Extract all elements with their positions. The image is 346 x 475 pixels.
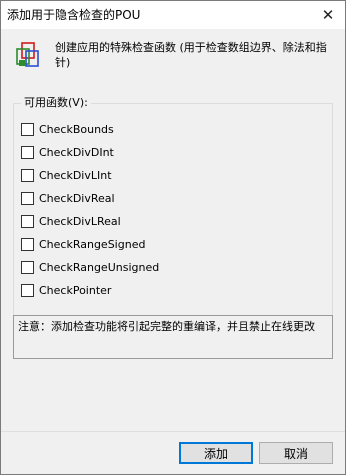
checkbox[interactable]: [21, 169, 34, 182]
checkbox[interactable]: [21, 238, 34, 251]
close-icon: ✕: [321, 6, 335, 24]
checkbox-item-checkrangeunsigned[interactable]: CheckRangeUnsigned: [21, 256, 321, 279]
close-button[interactable]: ✕: [311, 1, 345, 29]
dialog-content: 创建应用的特殊检查函数 (用于检查数组边界、除法和指针) 可用函数(V): Ch…: [1, 29, 345, 474]
window-title: 添加用于隐含检查的POU: [7, 8, 141, 22]
checkbox[interactable]: [21, 284, 34, 297]
pou-checks-icon: [16, 42, 39, 67]
checkbox-label: CheckBounds: [39, 123, 114, 136]
checkbox[interactable]: [21, 215, 34, 228]
checkbox[interactable]: [21, 261, 34, 274]
function-checklist: CheckBounds CheckDivDInt CheckDivLInt Ch…: [21, 118, 321, 302]
checkbox-label: CheckPointer: [39, 284, 112, 297]
header-description: 创建应用的特殊检查函数 (用于检查数组边界、除法和指针): [55, 41, 327, 69]
checkbox-item-checkdivlint[interactable]: CheckDivLInt: [21, 164, 321, 187]
checkbox-item-checkpointer[interactable]: CheckPointer: [21, 279, 321, 302]
checkbox-item-checkdivdint[interactable]: CheckDivDInt: [21, 141, 321, 164]
checkbox-label: CheckDivDInt: [39, 146, 114, 159]
checkbox[interactable]: [21, 192, 34, 205]
checkbox-item-checkdivlreal[interactable]: CheckDivLReal: [21, 210, 321, 233]
checkbox-label: CheckDivReal: [39, 192, 115, 205]
checkbox-label: CheckRangeSigned: [39, 238, 146, 251]
checkbox-label: CheckDivLReal: [39, 215, 121, 228]
cancel-button[interactable]: 取消: [259, 442, 333, 464]
checkbox[interactable]: [21, 146, 34, 159]
title-bar[interactable]: 添加用于隐含检查的POU ✕: [1, 1, 345, 29]
checkbox[interactable]: [21, 123, 34, 136]
checkbox-item-checkdivreal[interactable]: CheckDivReal: [21, 187, 321, 210]
checkbox-label: CheckDivLInt: [39, 169, 112, 182]
group-legend: 可用函数(V):: [21, 96, 91, 109]
add-button[interactable]: 添加: [179, 442, 253, 464]
checkbox-item-checkrangesigned[interactable]: CheckRangeSigned: [21, 233, 321, 256]
recompile-note: 注意：添加检查功能将引起完整的重编译，并且禁止在线更改: [13, 315, 333, 359]
checkbox-label: CheckRangeUnsigned: [39, 261, 160, 274]
dialog-footer: 添加 取消: [1, 432, 345, 474]
dialog-window: 添加用于隐含检查的POU ✕ 创建应用的特殊检查函数 (用于检查数组边界、除法和…: [0, 0, 346, 475]
checkbox-item-checkbounds[interactable]: CheckBounds: [21, 118, 321, 141]
